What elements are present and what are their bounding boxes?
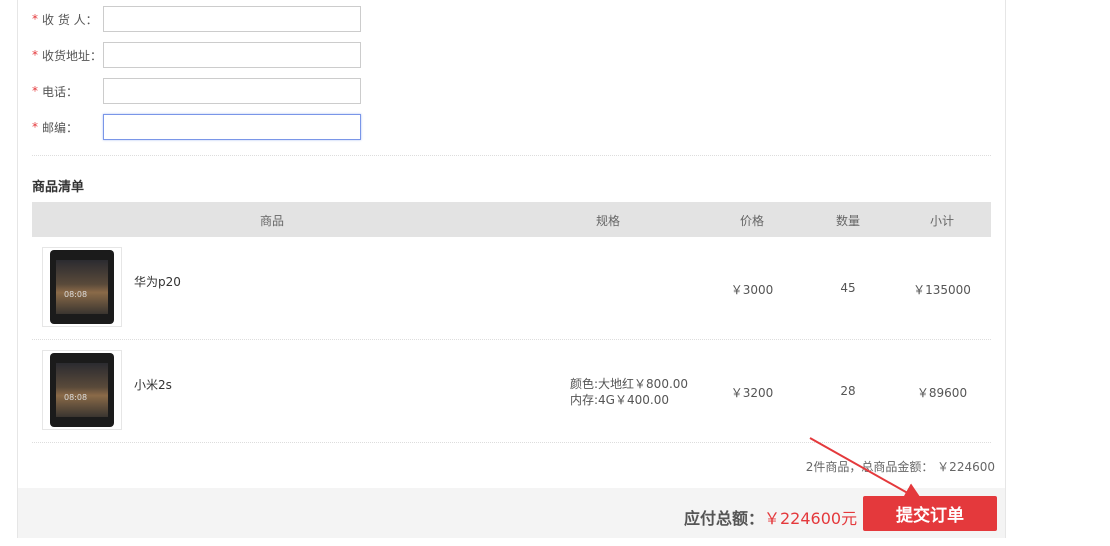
address-label: 收货地址： xyxy=(42,48,103,63)
postcode-label: 邮编： xyxy=(42,120,79,135)
order-footer: 应付总额： ￥224600元 提交订单 xyxy=(18,488,1005,538)
product-subtotal: ￥135000 xyxy=(913,283,971,297)
submit-order-button[interactable]: 提交订单 xyxy=(863,496,997,531)
required-mark: * xyxy=(32,12,38,26)
product-spec: 颜色:大地红￥800.00 内存:4G￥400.00 xyxy=(570,376,688,408)
phone-row: * 电话： xyxy=(32,78,361,104)
address-row: * 收货地址： xyxy=(32,42,361,68)
product-qty: 28 xyxy=(840,384,856,398)
product-name[interactable]: 小米2s xyxy=(134,376,172,393)
postcode-input[interactable] xyxy=(103,114,361,140)
total-label: 应付总额： xyxy=(684,509,765,528)
required-mark: * xyxy=(32,84,38,98)
goods-summary: 2件商品，总商品金额： ￥224600 xyxy=(805,460,995,474)
receiver-row: * 收 货 人： xyxy=(32,6,361,32)
product-qty: 45 xyxy=(840,281,856,295)
phone-thumbnail: 08:08 xyxy=(50,250,114,324)
header-qty: 数量 xyxy=(835,214,861,228)
total-amount: ￥224600元 xyxy=(764,509,858,528)
spec-line: 内存:4G￥400.00 xyxy=(570,393,669,407)
product-image[interactable]: 08:08 xyxy=(42,247,122,327)
thumbnail-clock: 08:08 xyxy=(64,290,88,299)
address-input[interactable] xyxy=(103,42,361,68)
table-row: 08:08 小米2s 颜色:大地红￥800.00 内存:4G￥400.00 ￥3… xyxy=(32,340,991,443)
product-price: ￥3200 xyxy=(730,386,774,400)
goods-table-header: 商品 规格 价格 数量 小计 xyxy=(32,202,991,237)
phone-thumbnail: 08:08 xyxy=(50,353,114,427)
required-mark: * xyxy=(32,48,38,62)
goods-list-title: 商品清单 xyxy=(32,180,85,195)
header-subtotal: 小计 xyxy=(929,214,955,228)
receiver-label: 收 货 人： xyxy=(42,12,98,27)
table-row: 08:08 华为p20 ￥3000 45 ￥135000 xyxy=(32,237,991,340)
header-spec: 规格 xyxy=(595,214,621,228)
phone-input[interactable] xyxy=(103,78,361,104)
divider xyxy=(32,155,991,156)
header-product: 商品 xyxy=(259,214,285,228)
postcode-row: * 邮编： xyxy=(32,114,361,140)
phone-label: 电话： xyxy=(42,84,79,99)
required-mark: * xyxy=(32,120,38,134)
product-name[interactable]: 华为p20 xyxy=(134,273,181,290)
receiver-input[interactable] xyxy=(103,6,361,32)
header-price: 价格 xyxy=(739,214,765,228)
thumbnail-clock: 08:08 xyxy=(64,393,88,402)
spec-line: 颜色:大地红￥800.00 xyxy=(570,377,689,391)
row-divider xyxy=(32,442,991,443)
product-image[interactable]: 08:08 xyxy=(42,350,122,430)
order-panel: * 收 货 人： * 收货地址： * 电话： * 邮编： 商品清单 商品 规格 … xyxy=(17,0,1006,538)
product-price: ￥3000 xyxy=(730,283,774,297)
product-subtotal: ￥89600 xyxy=(916,386,968,400)
